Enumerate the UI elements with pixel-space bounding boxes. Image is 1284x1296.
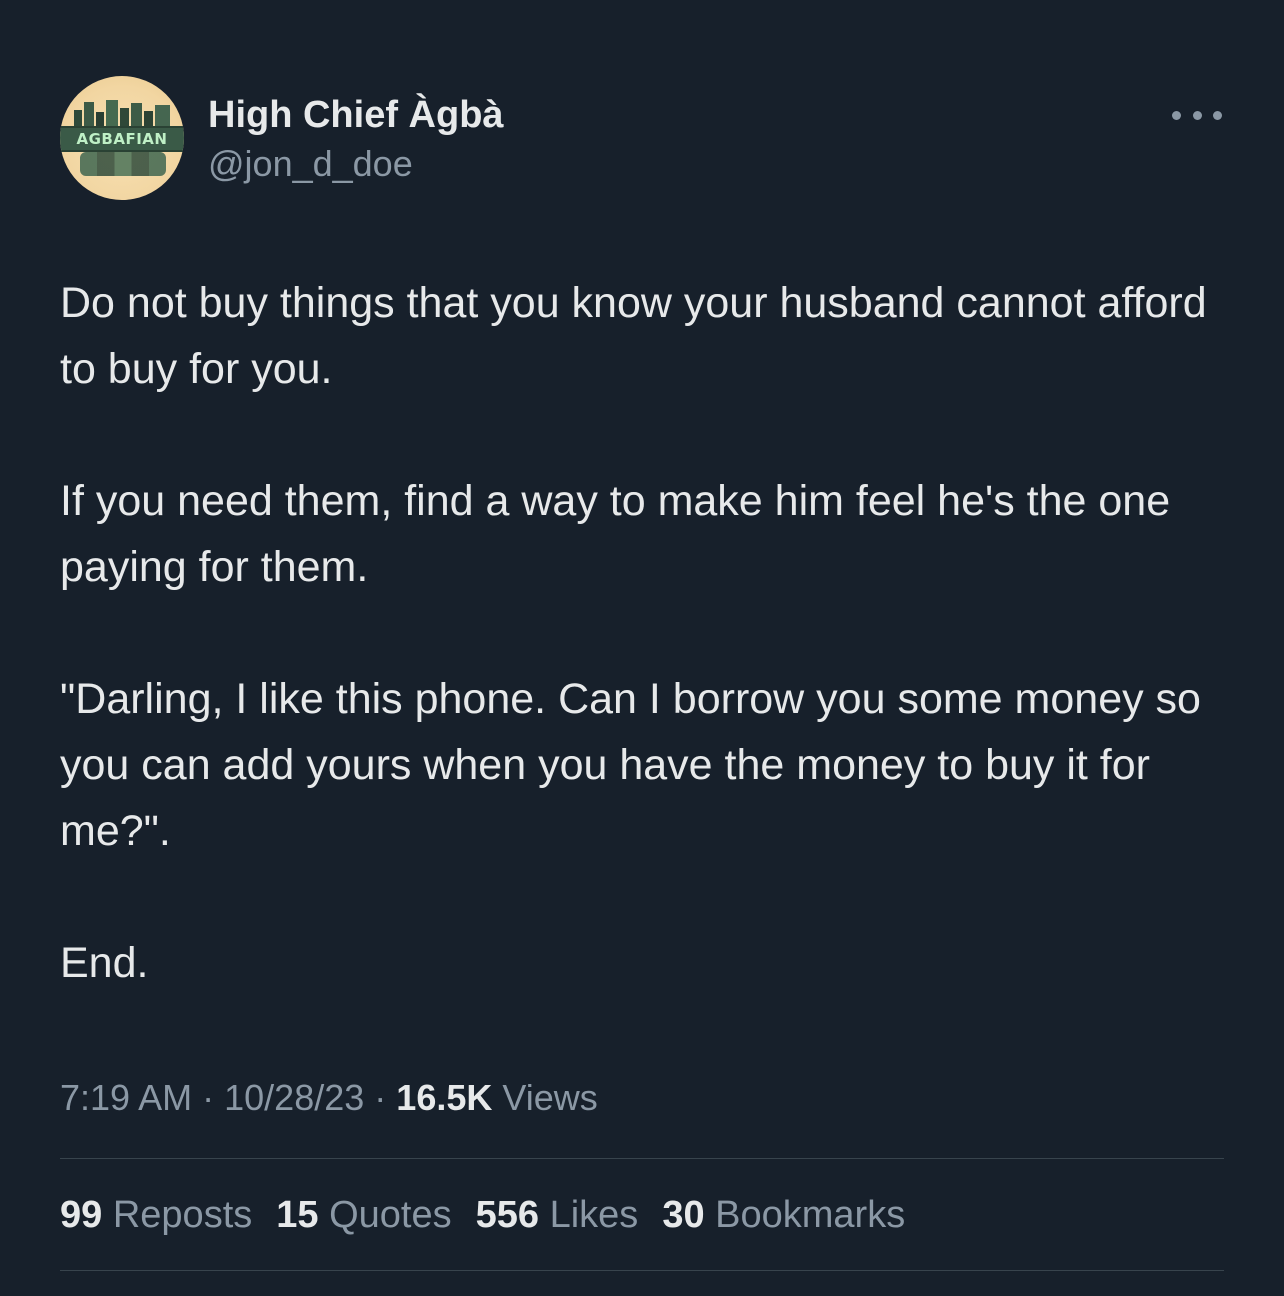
reposts-count: 99 [60,1194,103,1236]
engagement-stats: 99 Reposts 15 Quotes 556 Likes 30 Bookma… [60,1188,929,1242]
meta-separator: · [202,1077,215,1118]
meta-separator: · [374,1077,387,1118]
display-name[interactable]: High Chief Àgbà [208,92,504,138]
tweet-paragraph: End. [60,939,149,987]
tweet-text: Do not buy things that you know your hus… [60,270,1230,996]
more-dot [1213,110,1222,120]
likes-count: 556 [475,1194,540,1236]
quotes-label: Quotes [329,1194,452,1236]
more-horizontal-icon[interactable] [1172,102,1222,128]
tweet-header: AGBAFIAN High Chief Àgbà @jon_d_doe [60,76,1224,202]
divider [60,1270,1224,1271]
bookmarks-label: Bookmarks [715,1194,906,1236]
user-handle[interactable]: @jon_d_doe [208,142,413,186]
tweet-paragraph: "Darling, I like this phone. Can I borro… [60,675,1201,855]
likes-label: Likes [549,1194,639,1236]
tweet-date[interactable]: 10/28/23 [224,1077,364,1118]
reposts-label: Reposts [112,1194,253,1236]
avatar-text: AGBAFIAN [76,130,168,148]
tweet-time[interactable]: 7:19 AM [60,1077,192,1118]
views-count: 16.5K [396,1077,493,1118]
tweet-metadata: 7:19 AM · 10/28/23 · 16.5K Views [60,1073,598,1123]
tweet-paragraph: If you need them, find a way to make him… [60,477,1171,591]
more-dot [1172,110,1181,120]
tweet-paragraph: Do not buy things that you know your hus… [60,279,1207,393]
more-dot [1192,110,1202,120]
views-label: Views [502,1077,598,1118]
divider [60,1158,1224,1159]
quotes-stat[interactable]: 15 Quotes [276,1188,451,1242]
bookmarks-stat[interactable]: 30 Bookmarks [662,1188,905,1242]
avatar-lower-art [80,152,166,176]
likes-stat[interactable]: 556 Likes [476,1188,639,1242]
avatar[interactable]: AGBAFIAN [60,76,184,200]
bookmarks-count: 30 [662,1194,705,1236]
quotes-count: 15 [276,1194,319,1236]
reposts-stat[interactable]: 99 Reposts [60,1188,252,1242]
tweet-detail: AGBAFIAN High Chief Àgbà @jon_d_doe Do n… [0,0,1284,1296]
avatar-skyline [74,100,170,128]
